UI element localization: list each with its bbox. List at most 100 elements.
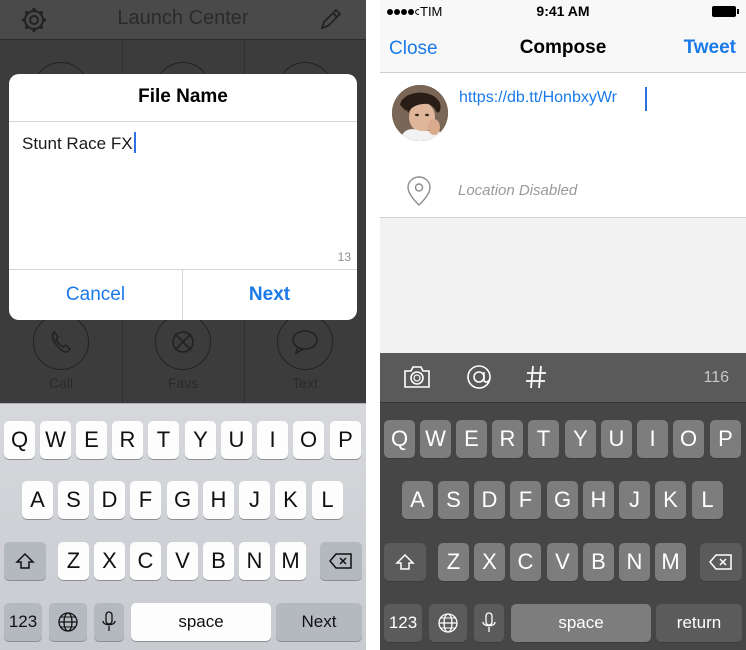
key-h[interactable]: H xyxy=(583,481,614,519)
return-key[interactable]: return xyxy=(656,604,742,642)
key-p[interactable]: P xyxy=(330,421,361,459)
key-q[interactable]: Q xyxy=(384,420,415,458)
key-l[interactable]: L xyxy=(692,481,723,519)
dialog-title: File Name xyxy=(138,86,228,107)
key-r[interactable]: R xyxy=(492,420,523,458)
microphone-icon xyxy=(102,611,116,631)
key-n[interactable]: N xyxy=(619,543,650,581)
key-d[interactable]: D xyxy=(474,481,505,519)
avatar xyxy=(392,85,448,141)
dictation-key[interactable] xyxy=(94,603,124,641)
key-i[interactable]: I xyxy=(637,420,668,458)
globe-icon xyxy=(58,612,78,632)
phone-icon xyxy=(51,330,72,353)
key-k[interactable]: K xyxy=(275,481,306,519)
globe-key[interactable] xyxy=(49,603,87,641)
next-button[interactable]: Next xyxy=(183,269,356,320)
key-d[interactable]: D xyxy=(94,481,125,519)
compose-area: https://db.tt/HonbxyWr Location Disabled xyxy=(380,73,746,218)
key-b[interactable]: B xyxy=(583,543,614,581)
key-m[interactable]: M xyxy=(275,542,306,580)
key-x[interactable]: X xyxy=(474,543,505,581)
tweet-button[interactable]: Tweet xyxy=(684,37,736,59)
key-p[interactable]: P xyxy=(710,420,741,458)
key-t[interactable]: T xyxy=(148,421,179,459)
key-b[interactable]: B xyxy=(203,542,234,580)
text-caret xyxy=(133,132,136,153)
key-v[interactable]: V xyxy=(167,542,198,580)
key-w[interactable]: W xyxy=(420,420,451,458)
mention-icon[interactable] xyxy=(465,363,493,391)
key-w[interactable]: W xyxy=(40,421,71,459)
key-a[interactable]: A xyxy=(402,481,433,519)
key-a[interactable]: A xyxy=(22,481,53,519)
key-q[interactable]: Q xyxy=(4,421,35,459)
hashtag-icon[interactable] xyxy=(525,363,547,391)
key-c[interactable]: C xyxy=(130,542,161,580)
favs-label: Favs xyxy=(167,375,199,391)
key-o[interactable]: O xyxy=(673,420,704,458)
key-u[interactable]: U xyxy=(221,421,252,459)
favorites-icon xyxy=(172,331,194,353)
dictation-key[interactable] xyxy=(474,604,504,642)
location-pin-icon[interactable] xyxy=(406,175,432,207)
key-u[interactable]: U xyxy=(601,420,632,458)
key-l[interactable]: L xyxy=(312,481,343,519)
key-c[interactable]: C xyxy=(510,543,541,581)
characters-remaining: 116 xyxy=(703,369,729,386)
key-j[interactable]: J xyxy=(239,481,270,519)
key-k[interactable]: K xyxy=(655,481,686,519)
key-n[interactable]: N xyxy=(239,542,270,580)
text-label: Text xyxy=(292,375,318,391)
key-f[interactable]: F xyxy=(510,481,541,519)
globe-key[interactable] xyxy=(429,604,467,642)
text-caret xyxy=(645,87,647,111)
key-s[interactable]: S xyxy=(58,481,89,519)
tweet-text-input[interactable]: https://db.tt/HonbxyWr xyxy=(459,89,617,107)
key-g[interactable]: G xyxy=(547,481,578,519)
key-t[interactable]: T xyxy=(528,420,559,458)
numbers-key[interactable]: 123 xyxy=(384,604,422,642)
return-key[interactable]: Next xyxy=(276,603,362,641)
key-f[interactable]: F xyxy=(130,481,161,519)
key-z[interactable]: Z xyxy=(438,543,469,581)
pencil-icon[interactable] xyxy=(316,6,344,34)
key-e[interactable]: E xyxy=(456,420,487,458)
key-e[interactable]: E xyxy=(76,421,107,459)
call-label: Call xyxy=(48,375,74,391)
key-h[interactable]: H xyxy=(203,481,234,519)
key-s[interactable]: S xyxy=(438,481,469,519)
key-o[interactable]: O xyxy=(293,421,324,459)
key-m[interactable]: M xyxy=(655,543,686,581)
shift-key[interactable] xyxy=(384,543,426,581)
file-name-input[interactable]: Stunt Race FX xyxy=(22,132,136,154)
status-time: 9:41 AM xyxy=(536,3,590,19)
key-g[interactable]: G xyxy=(167,481,198,519)
cancel-button[interactable]: Cancel xyxy=(9,269,182,320)
backspace-icon xyxy=(709,554,732,570)
key-z[interactable]: Z xyxy=(58,542,89,580)
key-r[interactable]: R xyxy=(112,421,143,459)
app-title: Launch Center xyxy=(117,7,249,29)
shift-key[interactable] xyxy=(4,542,46,580)
key-x[interactable]: X xyxy=(94,542,125,580)
key-v[interactable]: V xyxy=(547,543,578,581)
compose-toolbar: 116 xyxy=(380,353,746,402)
key-j[interactable]: J xyxy=(619,481,650,519)
compose-screen: TIM 9:41 AM Close Compose Tweet https://… xyxy=(380,0,746,650)
numbers-key[interactable]: 123 xyxy=(4,603,42,641)
delete-key[interactable] xyxy=(320,542,362,580)
battery-icon xyxy=(712,6,736,17)
key-i[interactable]: I xyxy=(257,421,288,459)
shift-icon xyxy=(15,552,35,569)
speech-bubble-icon xyxy=(292,330,318,355)
key-y[interactable]: Y xyxy=(565,420,596,458)
space-key[interactable]: space xyxy=(511,604,651,642)
space-key[interactable]: space xyxy=(131,603,271,641)
divider xyxy=(9,121,357,122)
key-y[interactable]: Y xyxy=(185,421,216,459)
camera-icon[interactable] xyxy=(402,363,432,391)
status-bar: TIM 9:41 AM xyxy=(380,0,746,24)
delete-key[interactable] xyxy=(700,543,742,581)
avatar-image xyxy=(392,85,448,141)
